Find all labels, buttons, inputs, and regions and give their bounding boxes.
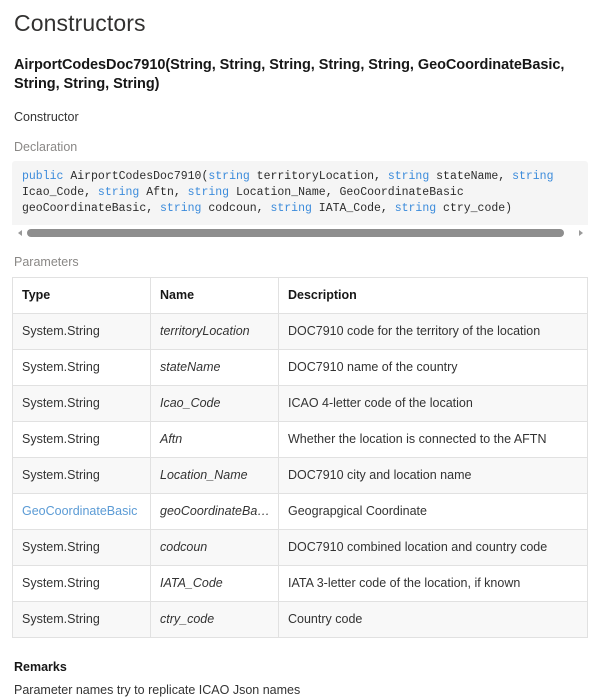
cell-description: ICAO 4-letter code of the location: [278, 385, 588, 422]
cell-parameter-name: territoryLocation: [150, 313, 279, 350]
code-identifier: stateName,: [429, 170, 513, 183]
cell-type: System.String: [12, 529, 151, 566]
code-keyword: string: [160, 202, 202, 215]
cell-type: System.String: [12, 421, 151, 458]
table-row: System.String ctry_code Country code: [12, 601, 588, 638]
code-keyword: string: [97, 186, 140, 199]
code-identifier: ctry_code): [436, 202, 513, 215]
code-keyword: string: [187, 186, 230, 199]
scrollbar-track[interactable]: [27, 229, 573, 237]
cell-type: System.String: [12, 349, 151, 386]
cell-parameter-name: stateName: [150, 349, 279, 386]
cell-description: IATA 3-letter code of the location, if k…: [278, 565, 588, 602]
code-identifier: codcoun,: [201, 202, 271, 215]
parameters-table: Type Name Description System.String terri…: [12, 277, 588, 638]
code-horizontal-scrollbar[interactable]: [12, 226, 588, 240]
declaration-code-block: public AirportCodesDoc7910(string territ…: [12, 161, 588, 225]
scroll-right-arrow-icon[interactable]: [575, 227, 586, 239]
code-keyword: string: [394, 202, 437, 215]
cell-type: System.String: [12, 457, 151, 494]
cell-parameter-name: Aftn: [150, 421, 279, 458]
table-row: System.String codcoun DOC7910 combined loc…: [12, 529, 588, 566]
cell-description: DOC7910 code for the territory of the lo…: [278, 313, 588, 350]
cell-type: System.String: [12, 313, 151, 350]
code-keyword: string: [270, 202, 312, 215]
column-header-name: Name: [150, 277, 279, 314]
table-row: System.String Location_Name DOC7910 city a…: [12, 457, 588, 494]
parameters-label: Parameters: [14, 255, 79, 269]
cell-description: DOC7910 name of the country: [278, 349, 588, 386]
cell-description: Geograpgical Coordinate: [278, 493, 588, 530]
parameters-table-head: Type Name Description: [12, 277, 588, 314]
table-row: GeoCoordinateBasic geoCoordinateBasic Geog…: [12, 493, 588, 530]
code-identifier: IATA_Code,: [311, 202, 395, 215]
cell-type[interactable]: GeoCoordinateBasic: [12, 493, 151, 530]
cell-parameter-name: codcoun: [150, 529, 279, 566]
cell-description: DOC7910 combined location and country co…: [278, 529, 588, 566]
column-header-type: Type: [12, 277, 151, 314]
cell-parameter-name: Location_Name: [150, 457, 279, 494]
table-header-row: Type Name Description: [12, 277, 588, 314]
cell-description: Whether the location is connected to the…: [278, 421, 588, 458]
cell-parameter-name: IATA_Code: [150, 565, 279, 602]
code-identifier: Aftn,: [139, 186, 188, 199]
table-row: System.String Aftn Whether the location is…: [12, 421, 588, 458]
code-identifier: territoryLocation,: [249, 170, 388, 183]
cell-parameter-name: geoCoordinateBasic: [150, 493, 279, 530]
column-header-description: Description: [278, 277, 588, 314]
scroll-left-arrow-icon[interactable]: [14, 227, 25, 239]
api-documentation-page: Constructors AirportCodesDoc7910(String,…: [0, 0, 600, 697]
code-keyword: string: [387, 170, 430, 183]
table-row: System.String territoryLocation DOC7910 co…: [12, 313, 588, 350]
cell-type: System.String: [12, 565, 151, 602]
table-row: System.String IATA_Code IATA 3-letter code…: [12, 565, 588, 602]
code-identifier: AirportCodesDoc7910(: [63, 170, 209, 183]
cell-type: System.String: [12, 385, 151, 422]
declaration-label: Declaration: [14, 140, 78, 154]
code-keyword: string: [208, 170, 250, 183]
page-title: Constructors: [14, 10, 146, 36]
type-link[interactable]: GeoCoordinateBasic: [22, 504, 137, 518]
table-row: System.String stateName DOC7910 name of th…: [12, 349, 588, 386]
remarks-body: Parameter names try to replicate ICAO Js…: [14, 683, 301, 697]
scrollbar-thumb[interactable]: [27, 229, 565, 237]
member-signature-heading: AirportCodesDoc7910(String, String, Stri…: [14, 57, 565, 92]
code-keyword: public: [22, 170, 64, 183]
parameters-table-body: System.String territoryLocation DOC7910 co…: [12, 313, 588, 638]
cell-parameter-name: Icao_Code: [150, 385, 279, 422]
cell-type: System.String: [12, 601, 151, 638]
remarks-title: Remarks: [14, 660, 67, 674]
member-summary: Constructor: [14, 110, 79, 124]
code-keyword: string: [512, 170, 554, 183]
table-row: System.String Icao_Code ICAO 4-letter code…: [12, 385, 588, 422]
cell-description: Country code: [278, 601, 588, 638]
cell-description: DOC7910 city and location name: [278, 457, 588, 494]
cell-parameter-name: ctry_code: [150, 601, 279, 638]
